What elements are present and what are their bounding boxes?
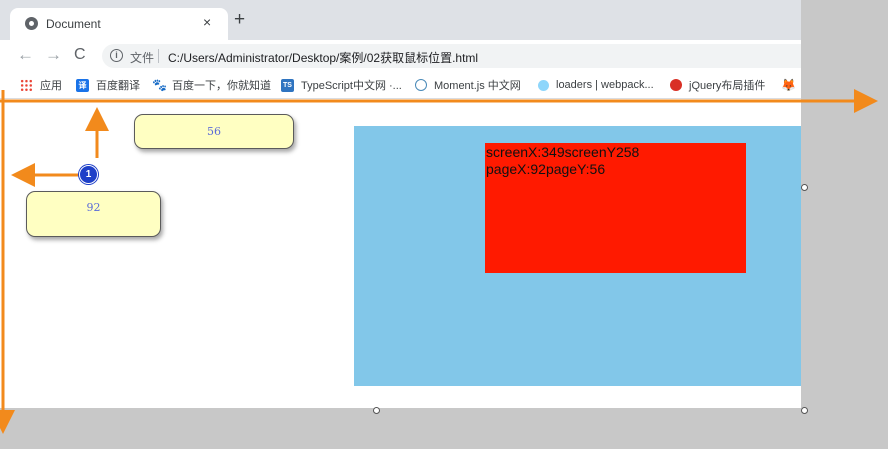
- page-content: screenX:349screenY258 pageX:92pageY:56: [0, 99, 801, 408]
- bookmark-baidu[interactable]: 🐾 百度一下，你就知道: [152, 77, 271, 93]
- address-divider: [158, 49, 159, 63]
- bookmark-label: 应用: [40, 80, 62, 92]
- url-text[interactable]: C:/Users/Administrator/Desktop/案例/02获取鼠标…: [168, 49, 478, 66]
- screen-coordinates-text: screenX:349screenY258: [486, 144, 640, 160]
- back-button[interactable]: ←: [17, 46, 34, 64]
- gitlab-fox-icon: 🦊: [781, 77, 796, 92]
- bookmark-label: 百度翻译: [96, 80, 140, 92]
- address-toolbar: ← → C i 文件 C:/Users/Administrator/Deskto…: [0, 40, 801, 72]
- baidu-translate-icon: 译: [76, 78, 89, 92]
- browser-window: Document × + ← → C i 文件 C:/Users/Adminis…: [0, 0, 801, 408]
- info-icon[interactable]: i: [110, 49, 123, 62]
- bookmark-apps[interactable]: 应用: [20, 77, 62, 93]
- moment-clock-icon: [415, 79, 427, 91]
- bookmark-typescript[interactable]: TS TypeScript中文网 ·...: [281, 77, 402, 93]
- bookmarks-bar: 应用 译 百度翻译 🐾 百度一下，你就知道 TS TypeScript中文网 ·…: [0, 72, 801, 99]
- new-tab-button[interactable]: +: [234, 10, 245, 29]
- tab-strip: Document × +: [0, 0, 801, 40]
- bookmark-jquery[interactable]: jQuery布局插件: [670, 77, 765, 93]
- scheme-label: 文件: [130, 51, 155, 65]
- forward-button[interactable]: →: [45, 46, 62, 64]
- jquery-icon: [670, 79, 682, 91]
- resize-handle-bottom-right[interactable]: [801, 407, 808, 414]
- globe-icon: [25, 17, 38, 30]
- bookmark-label: TypeScript中文网 ·...: [301, 80, 402, 92]
- resize-handle-bottom[interactable]: [373, 407, 380, 414]
- inner-box[interactable]: screenX:349screenY258 pageX:92pageY:56: [485, 143, 746, 273]
- bookmark-gitlab[interactable]: 🦊: [781, 77, 801, 93]
- bookmark-webpack[interactable]: loaders | webpack...: [538, 77, 654, 93]
- reload-button[interactable]: C: [74, 46, 86, 64]
- typescript-icon: TS: [281, 78, 294, 92]
- bookmark-label: 百度一下，你就知道: [172, 80, 271, 92]
- webpack-icon: [538, 79, 549, 91]
- resize-handle-right[interactable]: [801, 184, 808, 191]
- bookmark-label: jQuery布局插件: [689, 80, 766, 92]
- bookmark-label: Moment.js 中文网: [434, 80, 521, 92]
- apps-grid-icon: [20, 78, 33, 92]
- baidu-paw-icon: 🐾: [152, 77, 167, 92]
- tab-title: Document: [46, 17, 101, 31]
- bookmark-baidu-translate[interactable]: 译 百度翻译: [76, 77, 140, 93]
- page-coordinates-text: pageX:92pageY:56: [486, 161, 606, 177]
- address-bar[interactable]: i 文件 C:/Users/Administrator/Desktop/案例/0…: [102, 44, 801, 68]
- bookmark-label: loaders | webpack...: [556, 79, 654, 91]
- tab-close-button[interactable]: ×: [203, 14, 211, 30]
- outer-box[interactable]: screenX:349screenY258 pageX:92pageY:56: [354, 126, 801, 386]
- bookmark-moment[interactable]: Moment.js 中文网: [415, 77, 521, 93]
- tab-document[interactable]: Document ×: [10, 8, 228, 40]
